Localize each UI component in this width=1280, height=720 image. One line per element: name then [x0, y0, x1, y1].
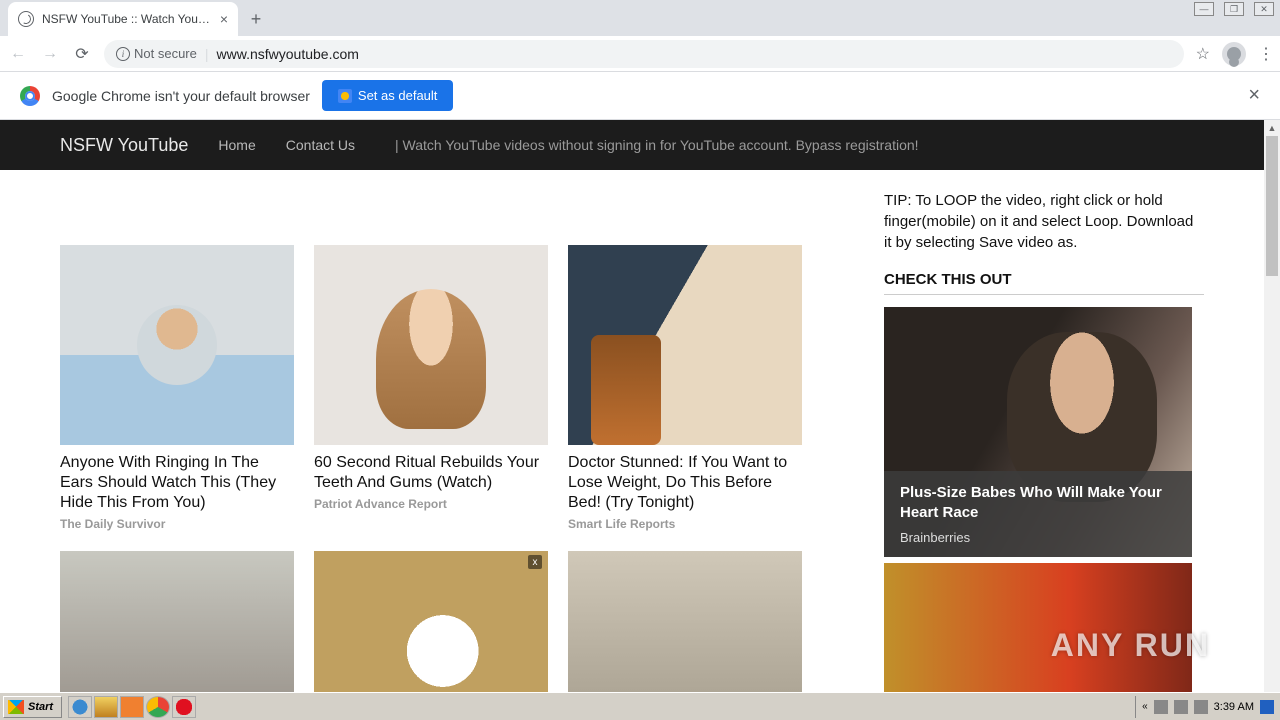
set-default-button[interactable]: Set as default	[322, 80, 454, 111]
sidebar-card-overlay: Plus-Size Babes Who Will Make Your Heart…	[884, 471, 1192, 557]
site-tagline: | Watch YouTube videos without signing i…	[395, 137, 919, 153]
shield-icon	[338, 89, 352, 103]
chrome-logo-icon	[20, 86, 40, 106]
not-secure-label: Not secure	[134, 46, 197, 61]
sidebar-card-source: Brainberries	[900, 530, 1176, 545]
ad-thumbnail	[314, 245, 548, 445]
taskbar-media-icon[interactable]	[120, 696, 144, 718]
tab-bar: NSFW YouTube :: Watch YouTube V × +	[0, 0, 1280, 36]
scrollbar-thumb[interactable]	[1266, 136, 1278, 276]
nav-contact[interactable]: Contact Us	[286, 137, 355, 153]
window-minimize[interactable]: —	[1194, 2, 1214, 16]
infobar-message: Google Chrome isn't your default browser	[52, 88, 310, 104]
ad-title: Doctor Stunned: If You Want to Lose Weig…	[568, 453, 802, 513]
ad-close-icon[interactable]: x	[528, 555, 542, 569]
ad-source: The Daily Survivor	[60, 517, 294, 531]
bookmark-star-icon[interactable]: ☆	[1196, 44, 1210, 64]
url-text: www.nsfwyoutube.com	[217, 46, 359, 62]
tab-close-icon[interactable]: ×	[220, 11, 228, 27]
start-button[interactable]: Start	[3, 696, 62, 718]
ad-card[interactable]: Doctor Stunned: If You Want to Lose Weig…	[568, 245, 802, 531]
taskbar-ie-icon[interactable]	[68, 696, 92, 718]
reload-button[interactable]: ⟳	[72, 44, 92, 64]
ad-title: Anyone With Ringing In The Ears Should W…	[60, 453, 294, 513]
check-this-out-heading: CHECK THIS OUT	[884, 271, 1204, 295]
ad-card[interactable]: Anyone With Ringing In The Ears Should W…	[60, 245, 294, 531]
start-label: Start	[28, 701, 53, 713]
taskbar-explorer-icon[interactable]	[94, 696, 118, 718]
tray-network-icon[interactable]	[1174, 700, 1188, 714]
ad-source: Smart Life Reports	[568, 517, 802, 531]
system-tray: « 3:39 AM	[1135, 696, 1280, 718]
browser-tab[interactable]: NSFW YouTube :: Watch YouTube V ×	[8, 2, 238, 36]
site-brand[interactable]: NSFW YouTube	[60, 135, 188, 156]
globe-icon	[18, 11, 34, 27]
taskbar-chrome-icon[interactable]	[146, 696, 170, 718]
set-default-label: Set as default	[358, 88, 438, 103]
window-close[interactable]: ✕	[1254, 2, 1274, 16]
sidebar-card-title: Plus-Size Babes Who Will Make Your Heart…	[900, 483, 1176, 522]
security-chip[interactable]: i Not secure	[116, 46, 197, 61]
window-maximize[interactable]: ❐	[1224, 2, 1244, 16]
ad-card[interactable]: 60 Second Ritual Rebuilds Your Teeth And…	[314, 245, 548, 531]
infobar-close-icon[interactable]: ×	[1248, 84, 1260, 107]
tip-text: TIP: To LOOP the video, right click or h…	[884, 190, 1204, 253]
ad-source: Patriot Advance Report	[314, 497, 548, 511]
omnibox[interactable]: i Not secure | www.nsfwyoutube.com	[104, 40, 1184, 68]
back-button[interactable]: ←	[8, 44, 28, 64]
sidebar-card[interactable]: Plus-Size Babes Who Will Make Your Heart…	[884, 307, 1192, 557]
kebab-menu-icon[interactable]: ⋮	[1258, 44, 1272, 64]
info-icon: i	[116, 47, 130, 61]
watermark-text: ANY RUN	[1051, 627, 1210, 664]
nav-home[interactable]: Home	[218, 137, 255, 153]
ad-title: 60 Second Ritual Rebuilds Your Teeth And…	[314, 453, 548, 493]
tray-expand-icon[interactable]: «	[1142, 701, 1148, 712]
tab-title: NSFW YouTube :: Watch YouTube V	[42, 12, 212, 26]
ad-thumbnail	[568, 245, 802, 445]
play-icon	[1218, 632, 1238, 660]
profile-avatar[interactable]	[1222, 42, 1246, 66]
tray-volume-icon[interactable]	[1154, 700, 1168, 714]
ad-grid: Anyone With Ringing In The Ears Should W…	[60, 245, 844, 720]
ad-thumbnail	[60, 245, 294, 445]
scroll-up-icon[interactable]: ▲	[1264, 120, 1280, 136]
default-browser-infobar: Google Chrome isn't your default browser…	[0, 72, 1280, 120]
address-bar: ← → ⟳ i Not secure | www.nsfwyoutube.com…	[0, 36, 1280, 72]
new-tab-button[interactable]: +	[242, 5, 270, 33]
tray-monitor-icon[interactable]	[1260, 700, 1274, 714]
forward-button[interactable]: →	[40, 44, 60, 64]
windows-logo-icon	[8, 700, 24, 714]
taskbar-opera-icon[interactable]	[172, 696, 196, 718]
taskbar-clock[interactable]: 3:39 AM	[1214, 701, 1254, 713]
taskbar: Start « 3:39 AM	[0, 692, 1280, 720]
vertical-scrollbar[interactable]: ▲ ▼	[1264, 120, 1280, 720]
separator: |	[205, 46, 209, 62]
watermark: ANY RUN	[1051, 627, 1238, 664]
site-navbar: NSFW YouTube Home Contact Us | Watch You…	[0, 120, 1264, 170]
tray-flag-icon[interactable]	[1194, 700, 1208, 714]
